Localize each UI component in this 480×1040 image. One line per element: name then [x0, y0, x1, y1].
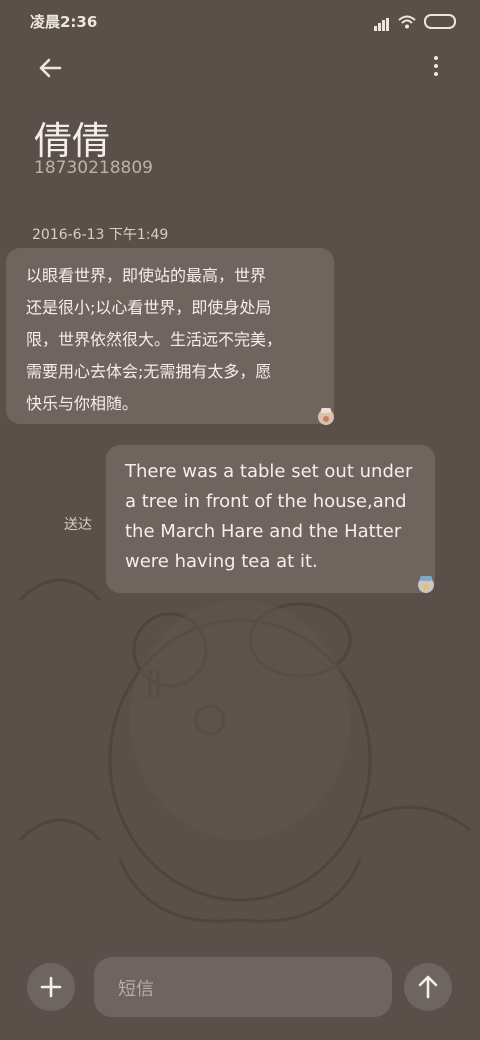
outgoing-message-bubble[interactable]: There was a table set out under a tree i…	[106, 445, 435, 593]
sim-avatar-icon	[418, 576, 434, 593]
contact-phone: 18730218809	[34, 158, 153, 178]
add-attachment-button[interactable]	[27, 963, 75, 1011]
message-input-placeholder: 短信	[118, 979, 154, 1000]
battery-icon	[424, 14, 456, 29]
sim-avatar-icon	[318, 408, 334, 425]
send-button[interactable]	[404, 963, 452, 1011]
incoming-message-text: 以眼看世界，即使站的最高，世界 还是很小;以心看世界，即使身处局 限，世界依然很…	[26, 266, 283, 413]
contact-name: 倩倩	[34, 119, 111, 163]
status-bar: 凌晨2:36	[0, 0, 480, 40]
signal-icon	[374, 12, 390, 31]
status-icons	[374, 12, 456, 31]
wifi-icon	[398, 15, 416, 28]
incoming-message-bubble[interactable]: 以眼看世界，即使站的最高，世界 还是很小;以心看世界，即使身处局 限，世界依然很…	[6, 248, 334, 424]
message-timestamp: 2016-6-13 下午1:49	[32, 227, 169, 243]
arrow-up-icon	[418, 975, 438, 999]
more-vertical-icon[interactable]	[430, 56, 442, 82]
delivery-status: 送达	[64, 517, 92, 533]
outgoing-message-text: There was a table set out under a tree i…	[125, 461, 413, 572]
message-input[interactable]: 短信	[94, 957, 392, 1017]
arrow-left-icon[interactable]	[34, 52, 66, 84]
status-time: 凌晨2:36	[30, 13, 98, 31]
plus-icon	[40, 976, 62, 998]
